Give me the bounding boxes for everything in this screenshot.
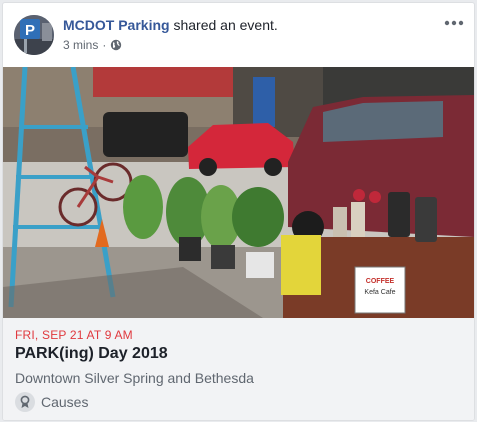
photo-sign-line-2: Kefa Cafe (364, 289, 395, 296)
more-horizontal-icon[interactable] (442, 15, 466, 31)
meta-separator: · (102, 38, 107, 52)
post-meta: 3 mins · (63, 38, 122, 52)
globe-icon[interactable] (110, 39, 122, 51)
event-category-label: Causes (41, 394, 89, 410)
event-date: FRI, SEP 21 AT 9 AM (15, 328, 133, 342)
event-location: Downtown Silver Spring and Bethesda (15, 370, 254, 386)
post-author-line: MCDOT Parking shared an event. (63, 17, 278, 33)
ribbon-icon (15, 392, 35, 412)
event-category: Causes (15, 392, 88, 412)
poster-name-link[interactable]: MCDOT Parking (63, 17, 170, 33)
event-cover-photo[interactable]: COFFEE Kefa Cafe (3, 67, 474, 318)
event-share-post: P MCDOT Parking shared an event. 3 mins … (2, 2, 475, 421)
event-details[interactable]: FRI, SEP 21 AT 9 AM PARK(ing) Day 2018 D… (3, 318, 474, 420)
post-timestamp[interactable]: 3 mins (63, 38, 98, 52)
photo-sign-line-1: COFFEE (366, 278, 395, 285)
post-action-text: shared an event. (169, 17, 278, 33)
avatar-image: P (14, 15, 54, 55)
post-header: P MCDOT Parking shared an event. 3 mins … (3, 3, 474, 67)
avatar-sign-letter: P (25, 22, 35, 39)
event-title-link[interactable]: PARK(ing) Day 2018 (15, 345, 168, 363)
avatar[interactable]: P (14, 15, 54, 55)
